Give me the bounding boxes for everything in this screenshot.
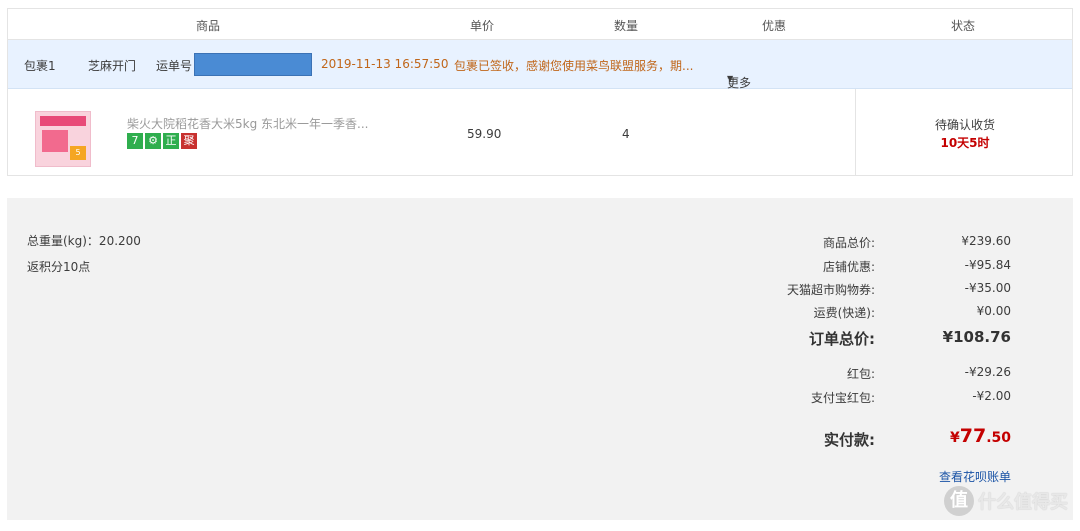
shipping-value: ¥0.00	[976, 304, 1011, 318]
red-packet-value: -¥29.26	[964, 365, 1011, 379]
paid-decimal: .50	[986, 430, 1011, 446]
order-total-value: ¥108.76	[942, 328, 1011, 346]
tag-genuine-icon[interactable]: 正	[163, 133, 179, 149]
shop-discount-label: 店铺优惠:	[822, 260, 875, 274]
carrier-name: 芝麻开门	[88, 59, 137, 73]
package-label: 包裹1	[24, 59, 56, 73]
reward-points: 返积分10点	[27, 260, 91, 274]
shipping-label: 运费(快递):	[813, 306, 875, 320]
table-header: 商品 单价 数量 优惠 状态	[8, 9, 1072, 40]
status-cell: 待确认收货 10天5时	[855, 89, 1074, 175]
shop-discount-value: -¥95.84	[964, 258, 1011, 272]
header-product: 商品	[196, 19, 221, 33]
quantity: 4	[622, 127, 630, 141]
order-status: 待确认收货	[934, 118, 995, 132]
watermark-text: 什么值得买	[978, 492, 1068, 513]
total-weight: 总重量(kg)：20.200	[27, 234, 141, 248]
order-total-label: 订单总价:	[809, 330, 875, 348]
product-thumbnail[interactable]: 5	[35, 111, 91, 167]
coupon-label: 天猫超市购物券:	[786, 283, 875, 297]
table-row: 5 柴火大院稻花香大米5kg 东北米一年一季香... 7 ⚙ 正聚 59.90 4 …	[8, 89, 1072, 175]
alipay-red-packet-label: 支付宝红包:	[810, 391, 875, 405]
huabei-bill-link[interactable]: 查看花呗账单	[939, 468, 1011, 485]
watermark-logo-icon: 值	[944, 486, 974, 516]
header-quantity: 数量	[614, 19, 639, 33]
coupon-value: -¥35.00	[964, 281, 1011, 295]
goods-total-value: ¥239.60	[961, 234, 1011, 248]
paid-amount: ¥77.50	[950, 425, 1011, 447]
alipay-red-packet-value: -¥2.00	[972, 389, 1011, 403]
tracking-label: 运单号	[156, 59, 193, 73]
unit-price: 59.90	[467, 127, 502, 141]
package-row: 包裹1 芝麻开门 运单号 2019-11-13 16:57:50 包裹已签收，感…	[8, 40, 1072, 90]
header-status: 状态	[951, 19, 976, 33]
product-name[interactable]: 柴火大院稻花香大米5kg 东北米一年一季香...	[127, 115, 368, 132]
delivery-message: 包裹已签收，感谢您使用菜鸟联盟服务，期...	[454, 59, 694, 73]
header-discount: 优惠	[762, 19, 787, 33]
paid-currency: ¥	[949, 430, 960, 446]
chevron-down-icon: ▼	[727, 74, 734, 83]
tracking-number-redacted	[194, 53, 312, 76]
order-table: 商品 单价 数量 优惠 状态 包裹1 芝麻开门 运单号 2019-11-13 1…	[7, 8, 1073, 176]
delivery-timestamp: 2019-11-13 16:57:50	[321, 57, 449, 71]
tag-seven-day-icon[interactable]: 7	[127, 133, 143, 149]
confirm-countdown: 10天5时	[940, 136, 990, 150]
order-summary: 总重量(kg)：20.200 返积分10点 商品总价: ¥239.60 店铺优惠…	[7, 198, 1073, 520]
paid-label: 实付款:	[824, 431, 875, 449]
product-tags: 7 ⚙ 正聚	[127, 133, 199, 149]
watermark: 值什么值得买	[944, 486, 1068, 522]
red-packet-label: 红包:	[846, 367, 875, 381]
header-unit-price: 单价	[470, 19, 495, 33]
tag-juhuasuan-icon[interactable]: 聚	[181, 133, 197, 149]
paid-integer: 77	[959, 425, 987, 447]
tag-badge-icon[interactable]: ⚙	[145, 133, 161, 149]
goods-total-label: 商品总价:	[822, 236, 875, 250]
